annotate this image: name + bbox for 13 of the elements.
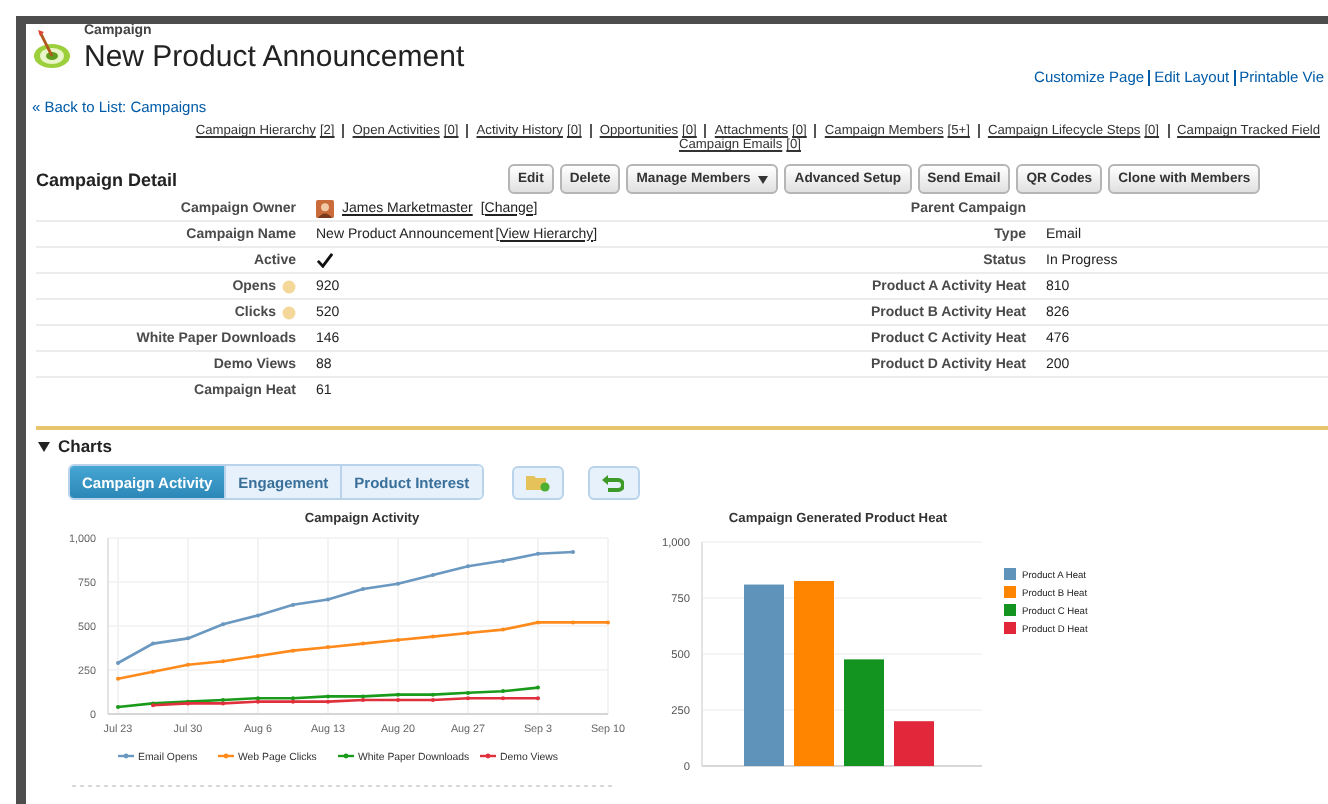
target-icon [32, 28, 76, 72]
caret-icon [758, 175, 769, 183]
bar [844, 659, 884, 766]
add-folder-button[interactable] [511, 465, 564, 499]
avatar-icon [316, 199, 334, 217]
bar [894, 721, 934, 766]
refresh-icon [602, 473, 625, 491]
section-title: Charts [58, 436, 112, 456]
refresh-button[interactable] [587, 465, 640, 499]
page-title: New Product Announcement [84, 40, 465, 74]
folder-icon [525, 472, 550, 492]
section-title: Campaign Detail [36, 169, 180, 189]
collapse-icon[interactable] [38, 441, 50, 451]
